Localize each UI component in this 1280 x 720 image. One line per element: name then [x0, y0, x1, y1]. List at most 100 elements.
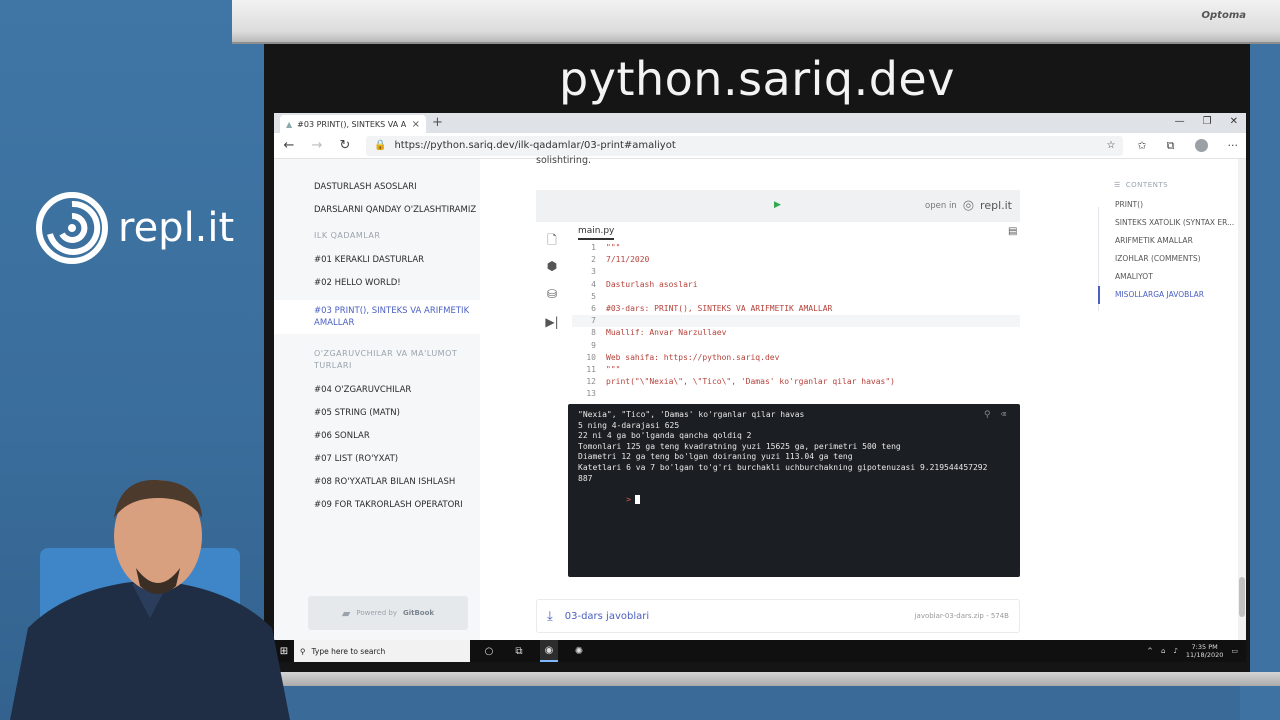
taskbar-search[interactable]: ⚲ Type here to search: [294, 640, 470, 662]
console-prompt-line: >: [578, 484, 1010, 516]
line-number: 5: [591, 291, 596, 301]
toc-heading-text: CONTENTS: [1125, 181, 1169, 189]
console-output[interactable]: ⚲ ⌫ "Nexia", "Tico", 'Damas' ko'rganlar …: [568, 404, 1020, 577]
code-line: 8 Muallif: Anvar Narzullaev: [572, 327, 1020, 339]
console-cursor: [635, 494, 640, 504]
toc-item-print[interactable]: PRINT(): [1115, 201, 1246, 209]
console-tools: ⚲ ⌫: [984, 410, 1006, 420]
code-line: 13: [572, 388, 1020, 400]
code-text: print("\"Nexia\", \"Tico\", 'Damas' ko'r…: [606, 377, 895, 387]
page-scrollbar[interactable]: [1238, 159, 1246, 640]
nav-item-08[interactable]: #08 RO'YXATLAR BILAN ISHLASH: [274, 476, 480, 488]
more-menu-icon[interactable]: ···: [1228, 139, 1239, 152]
close-tab-icon[interactable]: ×: [412, 119, 420, 130]
code-editor[interactable]: 1 """ 2 7/11/2020 3 4 Dasturlash asoslari 5 6 #03…: [572, 242, 1020, 400]
nav-item-09[interactable]: #09 FOR TAKRORLASH OPERATORI: [274, 499, 480, 511]
line-number: 1: [591, 243, 596, 252]
console-clear-icon[interactable]: ⌫: [1001, 410, 1006, 420]
code-line: 1 """: [572, 242, 1020, 254]
line-number: 8: [591, 328, 596, 338]
close-window-icon[interactable]: ✕: [1230, 116, 1238, 127]
files-icon[interactable]: 🗋: [542, 231, 562, 259]
line-number: 12: [586, 377, 596, 387]
nav-item-06[interactable]: #06 SONLAR: [274, 430, 480, 442]
url-text: https://python.sariq.dev/ilk-qadamlar/03…: [394, 140, 676, 151]
clock-date: 11/18/2020: [1185, 651, 1224, 659]
code-line: 7: [572, 315, 1020, 328]
network-icon[interactable]: ⌂: [1161, 647, 1165, 655]
tab-title: #03 PRINT(), SINTEKS VA ARIFM...: [297, 119, 407, 129]
new-tab-button[interactable]: +: [432, 115, 443, 133]
nav-item-darslarni-qanday[interactable]: DARSLARNI QANDAY O'ZLASHTIRAMIZ: [274, 204, 480, 216]
database-icon[interactable]: ⛁: [542, 287, 562, 315]
open-in-replit-link[interactable]: open in ◎ repl.it: [925, 198, 1012, 213]
code-line: 10 Web sahifa: https://python.sariq.dev: [572, 352, 1020, 364]
profile-avatar[interactable]: [1194, 139, 1208, 152]
taskbar-apps: ○ ⧉ ◉ ✺: [480, 640, 588, 662]
app-icon[interactable]: ✺: [570, 646, 588, 657]
volume-icon[interactable]: ♪: [1173, 647, 1177, 655]
toc-item-misollarga-active[interactable]: MISOLLARGA JAVOBLAR: [1098, 286, 1246, 304]
nav-item-dasturlash-asoslari[interactable]: DASTURLASH ASOSLARI: [274, 181, 480, 193]
console-line: 5 ning 4-darajasi 625: [578, 420, 680, 430]
maximize-icon[interactable]: ❐: [1203, 116, 1212, 127]
toc-item-izohlar[interactable]: IZOHLAR (COMMENTS): [1115, 255, 1246, 263]
windows-taskbar: ⊞ ⚲ Type here to search ○ ⧉ ◉ ✺ ^ ⌂ ♪ 7:…: [274, 640, 1246, 662]
edge-browser-icon[interactable]: ◉: [540, 640, 558, 662]
refresh-button[interactable]: ↻: [338, 138, 352, 153]
browser-toolbar-right: ✩ ⧉ ···: [1137, 139, 1238, 153]
scrollbar-thumb[interactable]: [1239, 577, 1245, 617]
collections-icon[interactable]: ⧉: [1167, 139, 1175, 153]
packages-icon[interactable]: ⬢: [542, 259, 562, 287]
console-search-icon[interactable]: ⚲: [984, 410, 991, 420]
gitbook-badge[interactable]: ▰ Powered by GitBook: [308, 596, 468, 630]
url-field[interactable]: 🔒 https://python.sariq.dev/ilk-qadamlar/…: [366, 135, 1124, 156]
nav-item-05[interactable]: #05 STRING (MATN): [274, 407, 480, 419]
code-line: 12 print("\"Nexia\", \"Tico\", 'Damas' ko…: [572, 376, 1020, 388]
tab-bar: ▲ #03 PRINT(), SINTEKS VA ARIFM... × + —…: [274, 113, 1246, 133]
nav-item-03-active[interactable]: #03 PRINT(), SINTEKS VA ARIFMETIK AMALLA…: [274, 300, 480, 334]
replit-small-icon: ◎: [962, 198, 975, 213]
code-line: 5: [572, 291, 1020, 303]
run-panel-icon[interactable]: ▶|: [542, 315, 562, 343]
code-line: 9: [572, 340, 1020, 352]
cortana-icon[interactable]: ○: [480, 646, 498, 657]
file-tab-main-py[interactable]: main.py: [578, 226, 615, 240]
download-meta: javoblar-03-dars.zip - 574B: [914, 612, 1009, 620]
minimize-icon[interactable]: —: [1175, 116, 1185, 127]
replit-logo: repl.it: [36, 192, 234, 264]
left-navigation: DASTURLASH ASOSLARI DARSLARNI QANDAY O'Z…: [274, 159, 480, 640]
back-button[interactable]: ←: [282, 138, 296, 153]
nav-item-02[interactable]: #02 HELLO WORLD!: [274, 277, 480, 289]
table-of-contents: ☰ CONTENTS PRINT() SINTEKS XATOLIK (SYNT…: [1072, 159, 1246, 640]
toc-item-sinteks[interactable]: SINTEKS XATOLIK (SYNTAX ER...: [1115, 219, 1246, 227]
open-in-label: open in: [925, 200, 957, 211]
tray-chevron-icon[interactable]: ^: [1147, 647, 1153, 655]
replit-wordmark: repl.it: [118, 205, 235, 251]
main-content: solishtiring. ▶ open in ◎ repl.it 🗋 ⬢ ⛁ …: [480, 155, 1072, 640]
nav-item-01[interactable]: #01 KERAKLI DASTURLAR: [274, 254, 480, 266]
task-view-icon[interactable]: ⧉: [510, 646, 528, 657]
site-title-overlay: python.sariq.dev: [559, 52, 955, 106]
taskbar-clock[interactable]: 7:35 PM 11/18/2020: [1186, 643, 1223, 659]
line-number: 9: [591, 340, 596, 350]
nav-section-ozgaruvchilar: O'ZGARUVCHILAR VA MA'LUMOT TURLARI: [314, 349, 458, 370]
system-tray: ^ ⌂ ♪ 7:35 PM 11/18/2020 ▭: [1147, 643, 1246, 659]
code-text: 7/11/2020: [606, 255, 650, 265]
run-button[interactable]: ▶: [774, 200, 781, 210]
nav-item-07[interactable]: #07 LIST (RO'YXAT): [274, 453, 480, 465]
favorites-icon[interactable]: ✩: [1137, 139, 1146, 152]
toc-item-amaliyot[interactable]: AMALIYOT: [1115, 273, 1246, 281]
paragraph-fragment: solishtiring.: [536, 155, 591, 166]
editor-menu-icon[interactable]: ▤: [1008, 226, 1017, 237]
nav-item-04[interactable]: #04 O'ZGARUVCHILAR: [274, 384, 480, 396]
favorite-star-icon[interactable]: ☆: [1106, 140, 1115, 151]
toc-heading: ☰ CONTENTS: [1114, 181, 1246, 189]
toc-item-arifmetik[interactable]: ARIFMETIK AMALLAR: [1115, 237, 1246, 245]
browser-tab-active[interactable]: ▲ #03 PRINT(), SINTEKS VA ARIFM... ×: [280, 115, 426, 133]
notifications-icon[interactable]: ▭: [1231, 647, 1238, 655]
download-card[interactable]: ⤓ 03-dars javoblari javoblar-03-dars.zip…: [536, 599, 1020, 633]
code-text: """: [606, 364, 621, 374]
code-line: 6 #03-dars: PRINT(), SINTEKS VA ARIFMETIK…: [572, 303, 1020, 315]
forward-button[interactable]: →: [310, 138, 324, 153]
